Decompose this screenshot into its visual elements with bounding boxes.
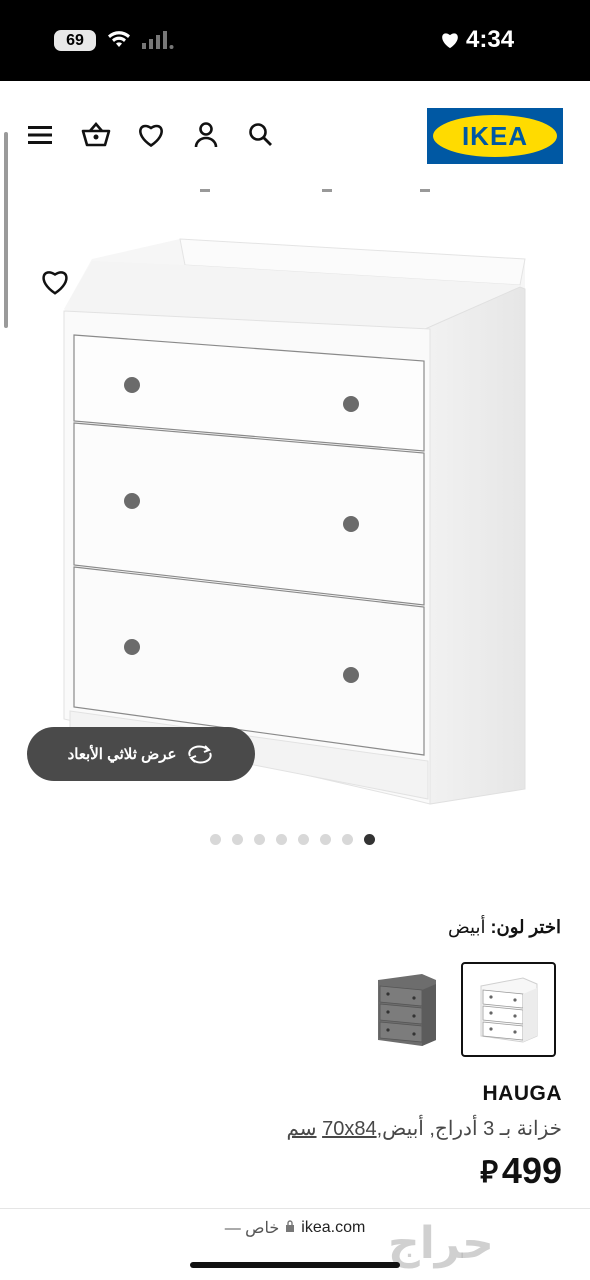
knob bbox=[343, 516, 359, 532]
product-price: ⃁ 499 bbox=[480, 1150, 562, 1192]
size-link[interactable]: 70x84 bbox=[322, 1118, 377, 1140]
private-mode-label: — خاص bbox=[224, 1220, 280, 1237]
knob bbox=[124, 639, 140, 655]
divider bbox=[0, 1208, 590, 1209]
basket-icon[interactable] bbox=[81, 120, 111, 150]
pagination-dot[interactable] bbox=[342, 834, 353, 845]
currency-icon: ⃁ bbox=[480, 1155, 498, 1189]
color-label: اختر لون: أبيض bbox=[448, 917, 561, 938]
wishlist-icon[interactable] bbox=[136, 120, 166, 150]
pagination-dot-active[interactable] bbox=[364, 834, 375, 845]
color-swatch-grey[interactable] bbox=[366, 962, 461, 1057]
color-label-title: اختر لون: bbox=[490, 917, 562, 937]
pagination-dot[interactable] bbox=[232, 834, 243, 845]
product-image[interactable] bbox=[0, 189, 590, 819]
clock: 4:34 bbox=[440, 26, 514, 54]
add-to-wishlist-icon[interactable] bbox=[40, 268, 70, 298]
image-pagination[interactable] bbox=[210, 834, 375, 845]
pagination-dot[interactable] bbox=[320, 834, 331, 845]
menu-icon[interactable] bbox=[26, 120, 56, 150]
wifi-icon bbox=[108, 31, 130, 47]
color-swatch-white[interactable] bbox=[461, 962, 556, 1057]
knob bbox=[343, 667, 359, 683]
price-value: 499 bbox=[501, 1150, 562, 1191]
product-description: خزانة بـ 3 أدراج, أبيض,70x84 سم bbox=[286, 1116, 562, 1141]
pagination-dot[interactable] bbox=[210, 834, 221, 845]
size-unit[interactable]: سم bbox=[286, 1118, 316, 1140]
product-name: HAUGA bbox=[482, 1082, 562, 1105]
watermark: حراج bbox=[388, 1218, 494, 1269]
home-indicator[interactable] bbox=[190, 1262, 400, 1268]
lock-icon bbox=[285, 1219, 295, 1237]
knob bbox=[124, 493, 140, 509]
ikea-logo[interactable]: IKEA bbox=[427, 108, 563, 164]
battery-indicator: 69 bbox=[54, 30, 96, 51]
user-icon[interactable] bbox=[191, 120, 221, 150]
knob bbox=[124, 377, 140, 393]
url-bar[interactable]: — خاص ikea.com bbox=[0, 1218, 590, 1238]
rotate-3d-icon bbox=[188, 745, 213, 764]
signal-icon bbox=[142, 31, 174, 49]
search-icon[interactable] bbox=[246, 120, 276, 150]
pagination-dot[interactable] bbox=[254, 834, 265, 845]
color-selected-value: أبيض bbox=[447, 917, 486, 937]
status-bar: 69 4:34 bbox=[0, 0, 590, 81]
description-text: خزانة بـ 3 أدراج, أبيض, bbox=[376, 1118, 562, 1140]
heart-filled-icon bbox=[442, 33, 458, 49]
logo-text: IKEA bbox=[461, 120, 529, 151]
pagination-dot[interactable] bbox=[298, 834, 309, 845]
view-3d-label: عرض ثلاثي الأبعاد bbox=[67, 746, 177, 763]
time-text: 4:34 bbox=[466, 26, 515, 53]
url-host: ikea.com bbox=[301, 1219, 366, 1236]
knob bbox=[343, 396, 359, 412]
view-3d-button[interactable]: عرض ثلاثي الأبعاد bbox=[27, 727, 255, 781]
pagination-dot[interactable] bbox=[276, 834, 287, 845]
